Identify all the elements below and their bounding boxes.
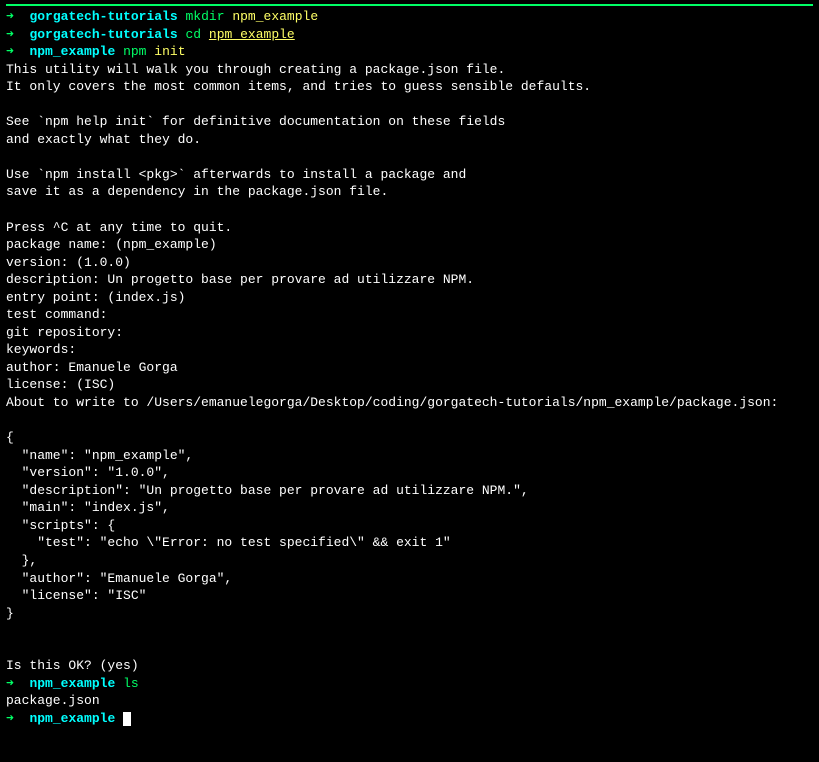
terminal-content[interactable]: ➜ gorgatech-tutorials mkdir npm_example …	[6, 8, 813, 727]
prompt-arrow: ➜	[6, 27, 14, 42]
command: ls	[123, 676, 139, 691]
prompt-dir: npm_example	[29, 676, 115, 691]
prompt-arrow: ➜	[6, 9, 14, 24]
command-arg: npm_example	[209, 27, 295, 42]
output-line: and exactly what they do.	[6, 131, 813, 149]
prompt-line: ➜ gorgatech-tutorials cd npm_example	[6, 26, 813, 44]
json-line: "description": "Un progetto base per pro…	[6, 482, 813, 500]
output-line: description: Un progetto base per provar…	[6, 271, 813, 289]
command: npm	[123, 44, 146, 59]
output-line: package name: (npm_example)	[6, 236, 813, 254]
command: mkdir	[185, 9, 224, 24]
blank-line	[6, 412, 813, 430]
output-line: git repository:	[6, 324, 813, 342]
output-line: entry point: (index.js)	[6, 289, 813, 307]
output-line: Use `npm install <pkg>` afterwards to in…	[6, 166, 813, 184]
output-line: See `npm help init` for definitive docum…	[6, 113, 813, 131]
terminal-top-border	[6, 4, 813, 6]
prompt-dir: npm_example	[29, 711, 115, 726]
output-line: Press ^C at any time to quit.	[6, 219, 813, 237]
json-line: "main": "index.js",	[6, 499, 813, 517]
output-line: keywords:	[6, 341, 813, 359]
command-arg: npm_example	[232, 9, 318, 24]
prompt-dir: npm_example	[29, 44, 115, 59]
prompt-dir: gorgatech-tutorials	[29, 9, 177, 24]
prompt-line: ➜ gorgatech-tutorials mkdir npm_example	[6, 8, 813, 26]
prompt-arrow: ➜	[6, 44, 14, 59]
prompt-arrow: ➜	[6, 676, 14, 691]
blank-line	[6, 96, 813, 114]
prompt-line: ➜ npm_example npm init	[6, 43, 813, 61]
output-line: save it as a dependency in the package.j…	[6, 183, 813, 201]
prompt-line: ➜ npm_example ls	[6, 675, 813, 693]
json-line: "test": "echo \"Error: no test specified…	[6, 534, 813, 552]
json-line: "version": "1.0.0",	[6, 464, 813, 482]
output-line: author: Emanuele Gorga	[6, 359, 813, 377]
prompt-dir: gorgatech-tutorials	[29, 27, 177, 42]
json-line: "scripts": {	[6, 517, 813, 535]
output-line: package.json	[6, 692, 813, 710]
blank-line	[6, 148, 813, 166]
blank-line	[6, 201, 813, 219]
json-line: {	[6, 429, 813, 447]
blank-line	[6, 640, 813, 658]
prompt-line-active[interactable]: ➜ npm_example	[6, 710, 813, 728]
output-line: Is this OK? (yes)	[6, 657, 813, 675]
json-line: },	[6, 552, 813, 570]
output-line: test command:	[6, 306, 813, 324]
output-line: license: (ISC)	[6, 376, 813, 394]
blank-line	[6, 622, 813, 640]
output-line: This utility will walk you through creat…	[6, 61, 813, 79]
command: cd	[185, 27, 201, 42]
command-arg: init	[154, 44, 185, 59]
json-line: "name": "npm_example",	[6, 447, 813, 465]
json-line: "license": "ISC"	[6, 587, 813, 605]
prompt-arrow: ➜	[6, 711, 14, 726]
json-line: "author": "Emanuele Gorga",	[6, 570, 813, 588]
cursor	[123, 712, 131, 726]
json-line: }	[6, 605, 813, 623]
output-line: About to write to /Users/emanuelegorga/D…	[6, 394, 813, 412]
output-line: It only covers the most common items, an…	[6, 78, 813, 96]
output-line: version: (1.0.0)	[6, 254, 813, 272]
